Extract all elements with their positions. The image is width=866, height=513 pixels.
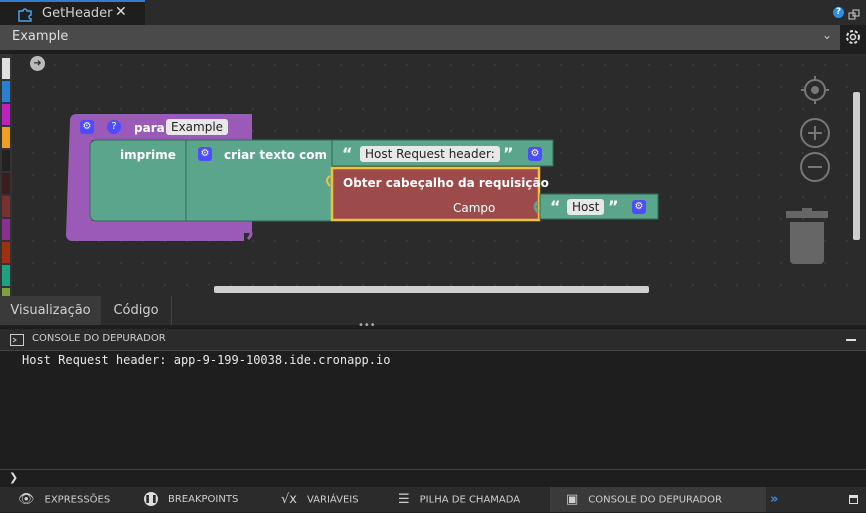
status-expressoes[interactable]: 👁 EXPRESSÕES: [0, 487, 146, 512]
center-target-icon[interactable]: [799, 74, 831, 106]
category-swatch[interactable]: [2, 150, 10, 171]
pause-icon: ❚❚: [144, 492, 158, 506]
quote-open-icon: “: [342, 144, 353, 163]
category-swatch[interactable]: [2, 288, 10, 296]
status-console[interactable]: ▣ CONSOLE DO DEPURADOR: [550, 487, 766, 512]
more-icon[interactable]: »: [770, 487, 790, 512]
zoom-out-icon[interactable]: [799, 151, 831, 183]
quote-close-icon: ”: [503, 144, 514, 163]
category-swatch[interactable]: [2, 173, 10, 194]
console-line: Host Request header: app-9-199-10038.ide…: [22, 353, 391, 367]
text-literal-field[interactable]: Host Request header:: [360, 146, 500, 162]
zoom-in-icon[interactable]: [799, 117, 831, 149]
puzzle-icon: [18, 8, 32, 22]
tab-visualizacao[interactable]: Visualização: [0, 296, 101, 325]
maximize-icon[interactable]: [849, 495, 858, 504]
trash-icon[interactable]: [786, 208, 828, 266]
category-swatch[interactable]: [2, 196, 10, 217]
status-label: PILHA DE CHAMADA: [419, 494, 521, 506]
tab-codigo[interactable]: Código: [101, 296, 172, 325]
help-icon[interactable]: ?: [833, 7, 844, 18]
console-output: Host Request header: app-9-199-10038.ide…: [0, 351, 866, 469]
vertical-scrollbar[interactable]: [853, 92, 860, 240]
category-swatch[interactable]: [2, 104, 10, 125]
criar-gear-icon[interactable]: ⚙: [198, 147, 212, 161]
status-pilha[interactable]: ☰ PILHA DE CHAMADA: [382, 487, 566, 512]
imprime-label: imprime: [120, 148, 176, 162]
status-breakpoints[interactable]: ❚❚ BREAKPOINTS: [128, 487, 281, 512]
host-literal-field[interactable]: Host: [567, 199, 605, 215]
console-header: CONSOLE DO DEPURADOR: [0, 329, 866, 351]
close-icon[interactable]: ✕: [115, 4, 127, 20]
criar-label: criar texto com: [224, 148, 327, 162]
terminal-icon: [10, 334, 24, 346]
function-select[interactable]: Example ⌄: [0, 25, 840, 50]
horizontal-scrollbar[interactable]: [214, 286, 649, 293]
sqrt-x-icon: √x: [281, 492, 297, 507]
category-swatch[interactable]: [2, 242, 10, 263]
quote-close-icon: ”: [608, 197, 619, 216]
status-variaveis[interactable]: √x VARIÁVEIS: [265, 487, 398, 512]
text-gear-icon[interactable]: ⚙: [528, 147, 542, 161]
campo-label: Campo: [453, 201, 496, 215]
function-select-value: Example: [12, 29, 69, 44]
tab-title: GetHeader: [42, 6, 113, 21]
category-swatch[interactable]: [2, 58, 10, 79]
status-label: CONSOLE DO DEPURADOR: [588, 494, 722, 506]
prompt-icon: ❯: [9, 471, 19, 484]
procedure-gear-icon[interactable]: ⚙: [80, 120, 94, 134]
console-input[interactable]: ❯: [0, 469, 866, 487]
toolbox-palette[interactable]: [0, 54, 12, 296]
function-name-field[interactable]: Example: [166, 119, 229, 135]
settings-gear-icon[interactable]: [843, 27, 863, 47]
category-swatch[interactable]: [2, 265, 10, 286]
category-swatch[interactable]: [2, 127, 10, 148]
arrow-right-icon[interactable]: ➜: [30, 56, 45, 71]
minimize-icon[interactable]: [846, 339, 856, 341]
category-swatch[interactable]: [2, 81, 10, 102]
category-swatch[interactable]: [2, 219, 10, 240]
status-label: VARIÁVEIS: [306, 494, 359, 506]
status-label: EXPRESSÕES: [44, 494, 111, 506]
host-gear-icon[interactable]: ⚙: [632, 200, 646, 214]
chevron-down-icon: ⌄: [821, 28, 832, 42]
window-switch-icon[interactable]: [848, 6, 860, 20]
eye-icon: 👁: [18, 492, 35, 507]
list-icon: ☰: [398, 492, 410, 507]
tab-getheader[interactable]: GetHeader ✕: [0, 0, 145, 25]
quote-open-icon: “: [550, 197, 561, 216]
status-label: BREAKPOINTS: [168, 494, 239, 505]
procedure-help-icon[interactable]: ?: [107, 120, 121, 134]
console-title: CONSOLE DO DEPURADOR: [32, 333, 166, 344]
obter-label: Obter cabeçalho da requisição: [343, 176, 549, 190]
terminal-icon: ▣: [566, 492, 579, 507]
para-label: para: [134, 121, 165, 135]
